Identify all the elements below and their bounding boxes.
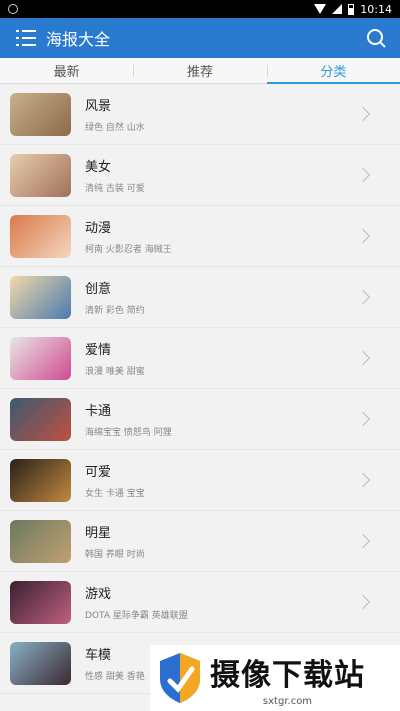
watermark-logo: 摄像下载站 sxtgr.com [150, 645, 400, 711]
category-thumbnail [10, 519, 71, 563]
signal-icon [332, 4, 343, 14]
category-tags: DOTA 星际争霸 英雄联盟 [85, 611, 188, 621]
category-tags: 清纯 古装 可爱 [85, 184, 145, 194]
category-thumbnail [10, 580, 71, 624]
category-thumbnail [10, 336, 71, 380]
chevron-right-icon [355, 167, 371, 183]
menu-icon[interactable] [16, 30, 36, 46]
chevron-right-icon [355, 228, 371, 244]
status-time: 10:14 [360, 2, 392, 16]
category-item-love[interactable]: 爱情浪漫 唯美 甜蜜 [0, 328, 400, 389]
app-title: 海报大全 [46, 30, 111, 49]
chevron-right-icon [355, 350, 371, 366]
category-tags: 韩国 养眼 时尚 [85, 550, 145, 560]
chevron-right-icon [355, 533, 371, 549]
category-name: 美女 [85, 160, 112, 175]
category-item-scenery[interactable]: 风景绿色 自然 山水 [0, 84, 400, 145]
status-right: 10:14 [314, 3, 392, 16]
chevron-right-icon [355, 411, 371, 427]
search-icon[interactable] [366, 28, 386, 48]
chevron-right-icon [355, 472, 371, 488]
category-name: 游戏 [85, 587, 112, 602]
category-item-beauty[interactable]: 美女清纯 古装 可爱 [0, 145, 400, 206]
category-item-cute[interactable]: 可爱女生 卡通 宝宝 [0, 450, 400, 511]
category-thumbnail [10, 397, 71, 441]
watermark-title: 摄像下载站 [210, 657, 365, 693]
tab-categories[interactable]: 分类 [266, 58, 400, 84]
category-tags: 海绵宝宝 愤怒鸟 阿狸 [85, 428, 172, 438]
category-thumbnail [10, 153, 71, 197]
category-item-celebrity[interactable]: 明星韩国 养眼 时尚 [0, 511, 400, 572]
category-name: 爱情 [85, 343, 112, 358]
wifi-icon [314, 4, 327, 14]
tab-recommended[interactable]: 推荐 [133, 58, 266, 83]
status-bar: 10:14 [0, 0, 400, 18]
category-tags: 清新 彩色 简约 [85, 306, 145, 316]
status-left [8, 4, 18, 14]
category-thumbnail [10, 458, 71, 502]
app-bar: 海报大全 [0, 18, 400, 58]
chevron-right-icon [355, 594, 371, 610]
category-name: 明星 [85, 526, 112, 541]
category-item-cartoon[interactable]: 卡通海绵宝宝 愤怒鸟 阿狸 [0, 389, 400, 450]
shield-logo-icon [156, 651, 204, 705]
category-item-game[interactable]: 游戏 DOTA 星际争霸 英雄联盟 [0, 572, 400, 633]
tab-latest[interactable]: 最新 [0, 58, 133, 83]
category-item-anime[interactable]: 动漫柯南 火影忍者 海贼王 [0, 206, 400, 267]
category-name: 卡通 [85, 404, 112, 419]
category-name: 动漫 [85, 221, 112, 236]
chevron-right-icon [355, 106, 371, 122]
category-tags: 柯南 火影忍者 海贼王 [85, 245, 172, 255]
category-name: 可爱 [85, 465, 112, 480]
category-thumbnail [10, 92, 71, 136]
chevron-right-icon [355, 289, 371, 305]
category-thumbnail [10, 214, 71, 258]
category-tags: 浪漫 唯美 甜蜜 [85, 367, 145, 377]
category-item-creative[interactable]: 创意清新 彩色 简约 [0, 267, 400, 328]
category-thumbnail [10, 275, 71, 319]
watermark-url: sxtgr.com [262, 695, 313, 707]
category-name: 风景 [85, 99, 112, 114]
category-thumbnail [10, 641, 71, 685]
category-tags: 女生 卡通 宝宝 [85, 489, 145, 499]
category-name: 创意 [85, 282, 112, 297]
category-list: 风景绿色 自然 山水 美女清纯 古装 可爱 动漫柯南 火影忍者 海贼王 创意清新… [0, 84, 400, 694]
battery-icon [348, 3, 355, 15]
category-tags: 绿色 自然 山水 [85, 123, 145, 133]
notification-icon [8, 4, 18, 14]
tab-bar: 最新 推荐 分类 [0, 58, 400, 84]
